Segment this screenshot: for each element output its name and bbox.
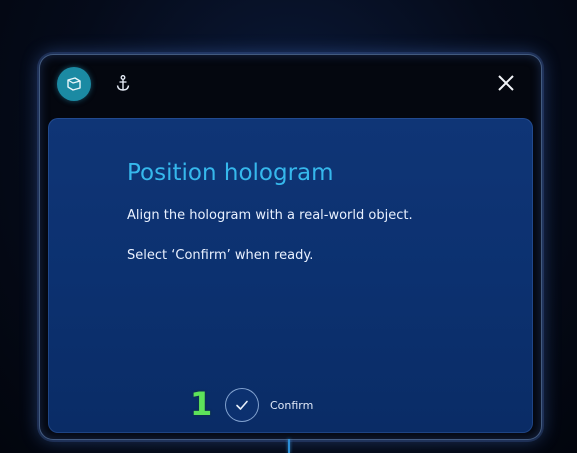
step-number-badge: 1 [190, 385, 213, 423]
confirm-label: Confirm [270, 398, 314, 412]
title-bar [40, 55, 541, 115]
confirm-ring [225, 388, 259, 422]
instruction-align: Align the hologram with a real-world obj… [127, 208, 413, 223]
hologram-window: Position hologram Align the hologram wit… [39, 54, 542, 440]
checkmark-icon [236, 400, 248, 410]
panel-title: Position hologram [127, 160, 334, 186]
position-hologram-panel: Position hologram Align the hologram wit… [48, 118, 533, 433]
confirm-button[interactable]: Confirm [225, 386, 313, 424]
close-button[interactable] [492, 69, 520, 97]
hologram-shape-icon [67, 77, 81, 91]
anchor-icon[interactable] [115, 75, 131, 93]
window-move-handle[interactable] [288, 439, 290, 453]
hologram-app-icon[interactable] [57, 67, 91, 101]
close-icon [498, 75, 514, 91]
instruction-confirm: Select ‘Confirm’ when ready. [127, 248, 314, 263]
